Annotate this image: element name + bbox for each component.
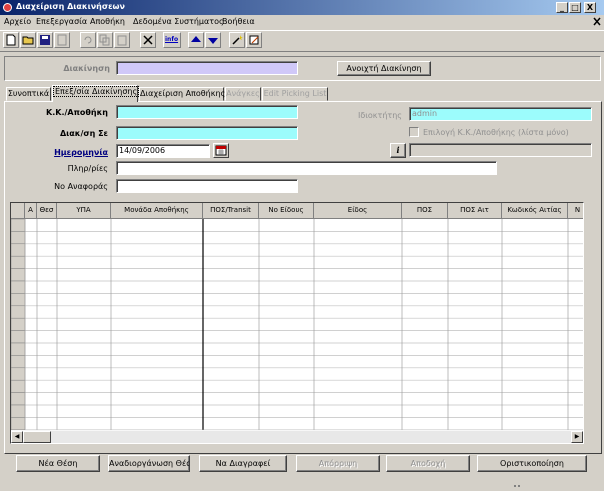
col-header[interactable]: Είδος (314, 203, 402, 219)
menu-help[interactable]: Βοήθεια (222, 17, 255, 26)
arrow-up-icon[interactable] (188, 32, 204, 48)
transfer-to-field[interactable] (116, 126, 298, 140)
open-folder-icon[interactable] (20, 32, 36, 48)
movement-field[interactable] (116, 61, 298, 75)
app-icon (3, 3, 12, 12)
reference-field[interactable] (116, 179, 298, 193)
copy-icon[interactable] (97, 32, 113, 48)
warehouse-list-checkbox[interactable] (409, 127, 419, 137)
row-header[interactable] (11, 317, 26, 331)
accept-button[interactable]: Αποδοχή (386, 455, 470, 472)
tab-warehouse-management[interactable]: Διαχείριση Αποθήκης (139, 87, 225, 101)
calendar-icon[interactable] (213, 143, 229, 158)
row-header[interactable] (11, 280, 26, 294)
col-header[interactable]: ΠΟΣ Αιτ (448, 203, 502, 219)
close-button[interactable]: X (584, 2, 596, 13)
info-detail-button[interactable]: i (390, 143, 406, 158)
info-button[interactable]: info (163, 32, 181, 48)
scroll-right-icon[interactable]: ▶ (571, 431, 583, 443)
date-label: Ημερομηνία (54, 148, 108, 157)
scroll-left-icon[interactable]: ◀ (11, 431, 23, 443)
col-header[interactable]: ΥΠΑ (57, 203, 111, 219)
mdi-close-icon[interactable] (591, 16, 603, 27)
delete-button[interactable]: Να Διαγραφεί (199, 455, 287, 472)
col-header[interactable]: Θεσ (37, 203, 57, 219)
blank-doc-icon[interactable] (54, 32, 70, 48)
transfer-to-label: Διακ/ση Σε (59, 129, 108, 138)
new-document-icon[interactable] (3, 32, 19, 48)
row-header[interactable] (11, 231, 26, 245)
col-header[interactable]: Νο Είδους (259, 203, 314, 219)
row-header[interactable] (11, 392, 26, 406)
owner-label: Ιδιοκτήτης (357, 111, 402, 120)
maximize-button[interactable]: □ (569, 2, 581, 13)
col-header[interactable]: Κωδικός Αιτίας (502, 203, 568, 219)
col-header[interactable]: Α (25, 203, 37, 219)
warehouse-field[interactable] (116, 105, 298, 119)
row-header[interactable] (11, 293, 26, 307)
status-dots (514, 482, 520, 488)
side-info-field (409, 143, 592, 157)
row-header[interactable] (11, 243, 26, 257)
row-header[interactable] (11, 404, 26, 418)
window-title: Διαχείριση Διακινήσεων (16, 2, 125, 11)
arrow-down-icon[interactable] (205, 32, 221, 48)
row-header[interactable] (11, 330, 26, 344)
save-icon[interactable] (37, 32, 53, 48)
menu-bar: Αρχείο Επεξεργασία Αποθήκη Δεδομένα Συστ… (0, 15, 604, 29)
row-header[interactable] (11, 305, 26, 319)
col-header[interactable]: ΠΟΣ/Transit (203, 203, 259, 219)
menu-file[interactable]: Αρχείο (4, 17, 31, 26)
title-bar: Διαχείριση Διακινήσεων (0, 0, 604, 15)
col-header[interactable]: ΠΟΣ (402, 203, 448, 219)
menu-warehouse[interactable]: Αποθήκη (90, 17, 125, 26)
row-header[interactable] (11, 268, 26, 282)
new-position-button[interactable]: Νέα Θέση (16, 455, 100, 472)
grid-corner (11, 203, 25, 219)
reference-label: Νο Αναφοράς (54, 182, 108, 191)
col-header[interactable]: Μονάδα Αποθήκης (111, 203, 203, 219)
col-header[interactable]: Ν (568, 203, 583, 219)
date-field[interactable]: 14/09/2006 (116, 144, 210, 158)
row-header[interactable] (11, 379, 26, 393)
row-header[interactable] (11, 219, 26, 232)
status-button[interactable]: Ανοιχτή Διακίνηση (337, 61, 431, 76)
tab-movement-processing[interactable]: Επεξ/σία Διακίνησης (52, 85, 140, 102)
tab-summary[interactable]: Συνοπτικά (6, 87, 51, 101)
edit-icon[interactable] (246, 32, 262, 48)
scroll-thumb[interactable] (23, 431, 51, 443)
reorganize-positions-button[interactable]: Αναδιοργάνωση Θέσεων (108, 455, 190, 472)
finalize-button[interactable]: Οριστικοποίηση (477, 455, 587, 472)
owner-field: admin (409, 107, 592, 121)
row-header[interactable] (11, 417, 26, 431)
refresh-icon[interactable] (80, 32, 96, 48)
row-header[interactable] (11, 355, 26, 369)
row-header[interactable] (11, 367, 26, 381)
row-header[interactable] (11, 255, 26, 269)
menu-system-data[interactable]: Δεδομένα Συστήματος (133, 17, 224, 26)
positions-grid[interactable]: Α Θεσ ΥΠΑ Μονάδα Αποθήκης ΠΟΣ/Transit Νο… (10, 202, 584, 444)
info-text-field[interactable] (116, 161, 497, 175)
paste-icon[interactable] (114, 32, 130, 48)
cut-icon[interactable] (140, 32, 156, 48)
tab-edit-picking-list[interactable]: Edit Picking List (262, 87, 328, 101)
menu-edit[interactable]: Επεξεργασία (36, 17, 87, 26)
info-text-label: Πληρ/ρίες (67, 164, 108, 173)
reject-button[interactable]: Απόρριψη (296, 455, 380, 472)
tab-needs[interactable]: Ανάγκες (225, 87, 261, 101)
warehouse-label: Κ.Κ./Αποθήκη (46, 108, 108, 117)
row-header[interactable] (11, 342, 26, 356)
checkbox-label: Επιλογή Κ.Κ./Αποθήκης (λίστα μόνο) (423, 128, 569, 137)
horizontal-scrollbar[interactable]: ◀ ▶ (11, 431, 583, 443)
wand-icon[interactable] (229, 32, 245, 48)
movement-label: Διακίνηση (63, 64, 110, 73)
grid-body[interactable] (11, 219, 583, 431)
minimize-button[interactable]: _ (556, 2, 568, 13)
